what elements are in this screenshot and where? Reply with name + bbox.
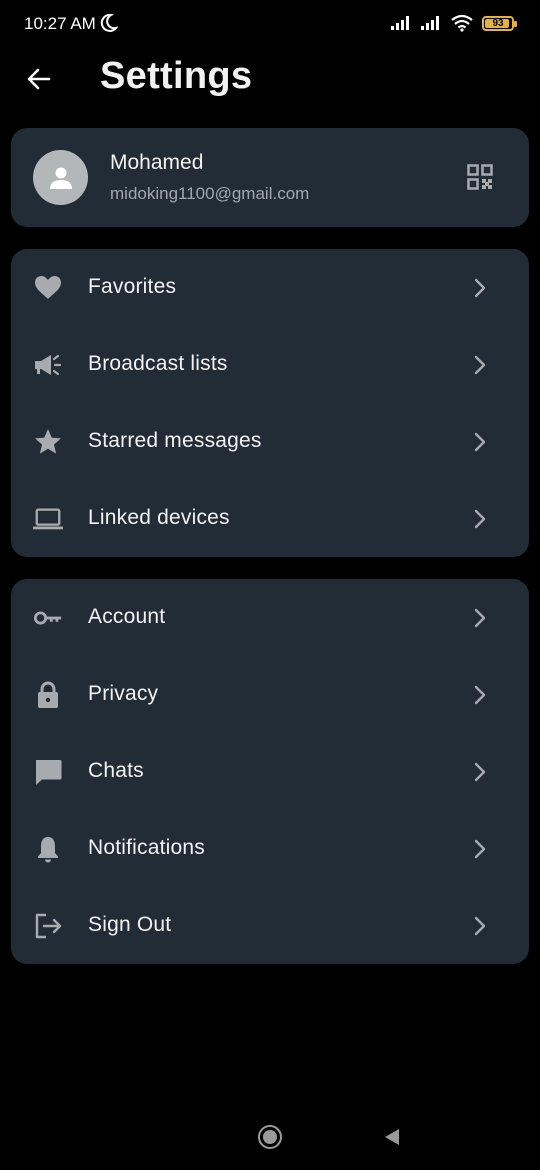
settings-row-label: Privacy	[88, 682, 159, 705]
settings-row-label: Favorites	[88, 275, 177, 298]
settings-group-2: Account Privacy Chats Notifications Sign…	[11, 579, 529, 964]
qr-code-button[interactable]	[467, 164, 493, 190]
battery-icon: 93	[482, 15, 517, 31]
person-icon	[49, 167, 72, 189]
moon-icon	[100, 13, 118, 32]
megaphone-icon	[33, 350, 63, 380]
chevron-right-icon	[474, 355, 486, 375]
home-button[interactable]	[258, 1125, 282, 1149]
settings-row-label: Notifications	[88, 836, 205, 859]
sign-out-icon	[33, 911, 63, 941]
settings-row-label: Broadcast lists	[88, 352, 228, 375]
settings-row-favorites[interactable]: Favorites	[11, 249, 529, 326]
signal-icon	[421, 16, 439, 30]
nav-back-button[interactable]	[383, 1128, 401, 1146]
chevron-right-icon	[474, 685, 486, 705]
app-header: Settings	[0, 50, 540, 110]
laptop-icon	[33, 504, 63, 534]
settings-row-label: Sign Out	[88, 913, 172, 936]
settings-row-notifications[interactable]: Notifications	[11, 810, 529, 887]
settings-row-privacy[interactable]: Privacy	[11, 656, 529, 733]
battery-level: 93	[492, 17, 504, 29]
avatar[interactable]	[33, 150, 88, 205]
star-icon	[33, 427, 63, 457]
signal-icon	[391, 16, 409, 30]
chevron-right-icon	[474, 509, 486, 529]
chevron-right-icon	[474, 916, 486, 936]
profile-card[interactable]: Mohamed midoking1100@gmail.com	[11, 128, 529, 227]
settings-row-account[interactable]: Account	[11, 579, 529, 656]
lock-icon	[33, 680, 63, 710]
settings-row-broadcast-lists[interactable]: Broadcast lists	[11, 326, 529, 403]
chat-icon	[33, 757, 63, 787]
chevron-right-icon	[474, 839, 486, 859]
status-bar: 10:27 AM 93	[0, 0, 540, 50]
settings-group-1: Favorites Broadcast lists Starred messag…	[11, 249, 529, 557]
status-time: 10:27 AM	[24, 14, 96, 33]
settings-row-linked-devices[interactable]: Linked devices	[11, 480, 529, 557]
page-title: Settings	[100, 55, 253, 97]
status-icons: 93	[390, 14, 517, 32]
settings-row-starred-messages[interactable]: Starred messages	[11, 403, 529, 480]
arrow-left-icon	[27, 68, 51, 90]
bell-icon	[33, 834, 63, 864]
qr-code-icon	[467, 164, 493, 190]
chevron-right-icon	[474, 278, 486, 298]
key-icon	[33, 603, 63, 633]
chevron-right-icon	[474, 762, 486, 782]
settings-row-sign-out[interactable]: Sign Out	[11, 887, 529, 964]
heart-icon	[33, 273, 63, 303]
wifi-icon	[451, 14, 473, 32]
settings-row-chats[interactable]: Chats	[11, 733, 529, 810]
settings-row-label: Linked devices	[88, 506, 230, 529]
system-nav-bar	[0, 1100, 540, 1170]
settings-row-label: Chats	[88, 759, 144, 782]
settings-row-label: Account	[88, 605, 166, 628]
chevron-right-icon	[474, 608, 486, 628]
chevron-right-icon	[474, 432, 486, 452]
profile-email: midoking1100@gmail.com	[110, 184, 310, 203]
settings-row-label: Starred messages	[88, 429, 262, 452]
profile-name: Mohamed	[110, 151, 204, 174]
back-button[interactable]	[24, 64, 54, 94]
